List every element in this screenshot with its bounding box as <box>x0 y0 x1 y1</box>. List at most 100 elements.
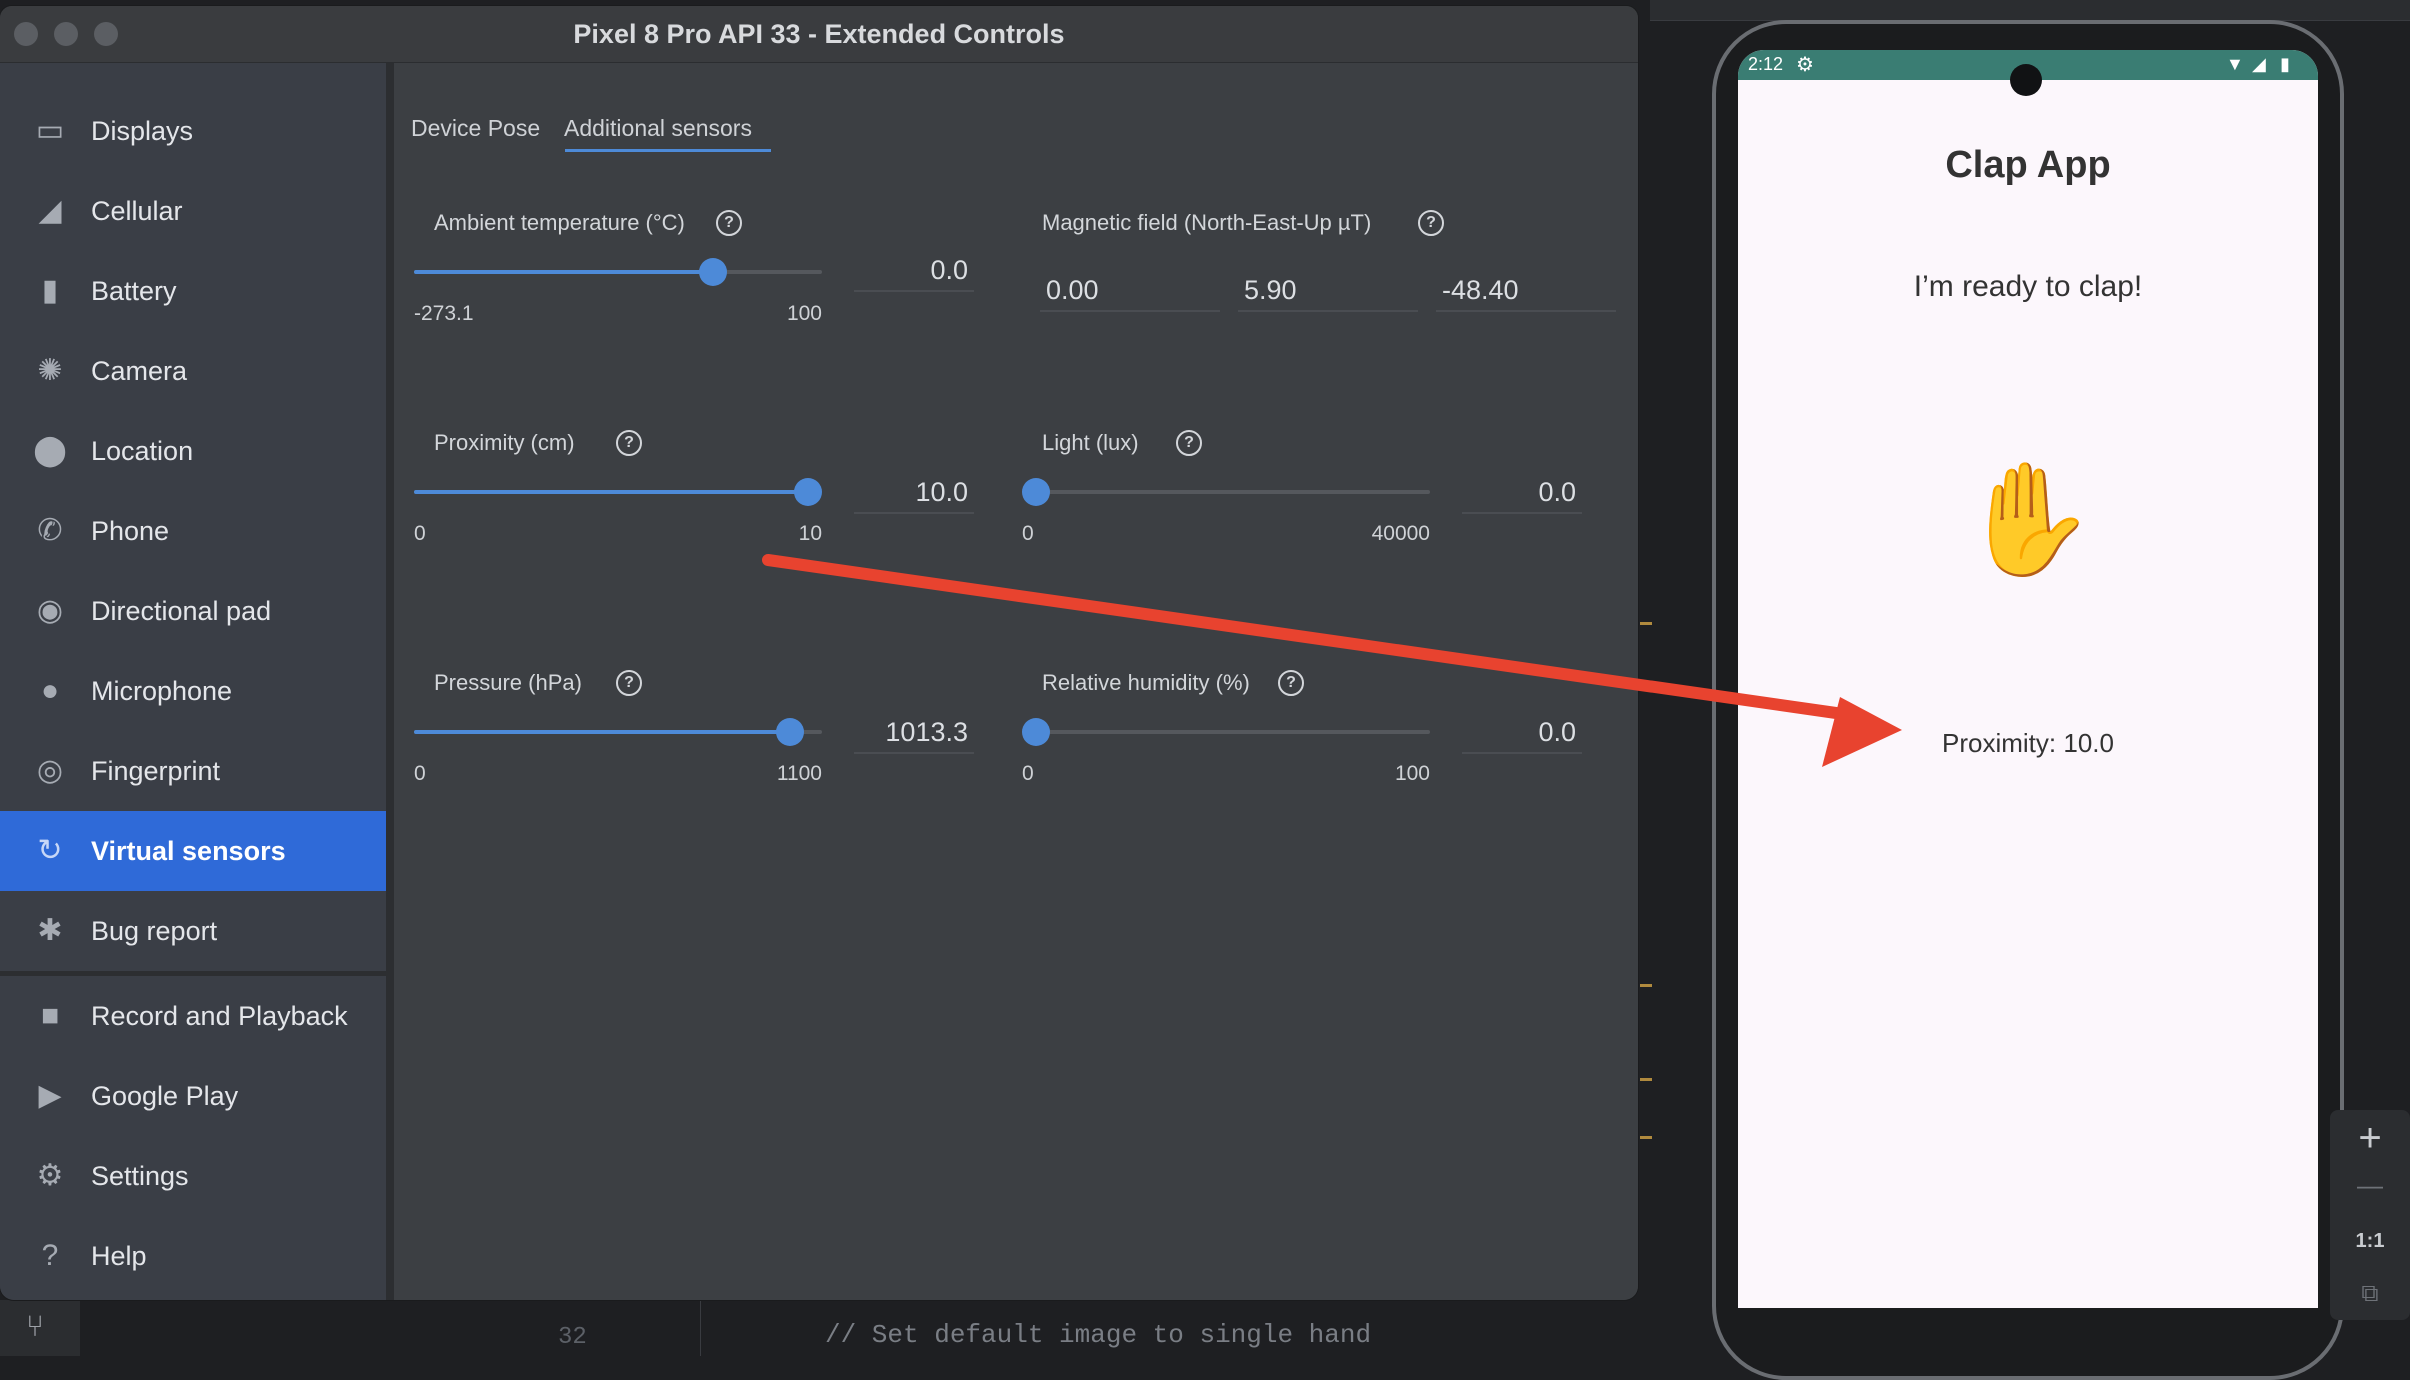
sidebar-item-label: Microphone <box>91 676 233 706</box>
light-value-field[interactable]: 0.0 <box>1462 470 1582 514</box>
aperture-icon: ✺ <box>37 354 63 387</box>
app-title: Clap App <box>1945 144 2111 186</box>
help-icon[interactable]: ? <box>1278 670 1304 696</box>
rotate-sensor-icon: ↻ <box>37 834 63 867</box>
sidebar-item-google-play[interactable]: ▶ Google Play <box>0 1056 386 1136</box>
slider-thumb[interactable] <box>794 478 822 506</box>
location-pin-icon: ⬤ <box>33 434 67 467</box>
status-message: I’m ready to clap! <box>1913 270 2143 303</box>
sidebar-item-settings[interactable]: ⚙ Settings <box>0 1136 386 1216</box>
editor-change-marker <box>1640 1078 1652 1081</box>
slider-fill <box>414 490 808 494</box>
light-label: Light (lux) <box>1042 430 1139 455</box>
magnetic-field-x-field[interactable]: 0.00 <box>1040 268 1220 312</box>
slider-thumb[interactable] <box>1022 718 1050 746</box>
slider-max-label: 100 <box>1394 762 1430 785</box>
microphone-icon: ● <box>40 674 60 707</box>
pressure-label: Pressure (hPa) <box>434 670 582 695</box>
proximity-label: Proximity (cm) <box>434 430 575 455</box>
dpad-icon: ◉ <box>36 594 64 627</box>
slider-min-label: 0 <box>414 522 426 545</box>
magnetic-field-y-field[interactable]: 5.90 <box>1238 268 1418 312</box>
zoom-in-button[interactable]: + <box>2330 1116 2410 1161</box>
zoom-out-button[interactable]: — <box>2330 1170 2410 1201</box>
hand-image: ✋ <box>1959 458 2097 581</box>
editor-change-marker <box>1640 984 1652 987</box>
phone-icon: ✆ <box>37 514 63 547</box>
slider-fill <box>414 270 713 274</box>
sidebar-item-location[interactable]: ⬤ Location <box>0 411 386 491</box>
sidebar-item-label: Location <box>91 436 194 466</box>
sidebar-item-label: Record and Playback <box>91 1001 348 1031</box>
slider-max-label: 10 <box>798 522 822 545</box>
help-icon[interactable]: ? <box>1418 210 1444 236</box>
extended-controls-window: Pixel 8 Pro API 33 - Extended Controls ▭… <box>0 6 1638 1300</box>
ambient-temperature-label: Ambient temperature (°C) <box>434 210 685 235</box>
slider-min-label: 0 <box>1022 522 1034 545</box>
fit-screen-icon[interactable]: ⧉ <box>2330 1280 2410 1308</box>
git-branch-icon[interactable]: ⑂ <box>18 1310 52 1344</box>
magnetic-field-z-field[interactable]: -48.40 <box>1436 268 1616 312</box>
sidebar-item-label: Bug report <box>91 916 218 946</box>
sidebar-item-record-and-playback[interactable]: ■ Record and Playback <box>0 976 386 1056</box>
editor-gutter: 32 <box>520 1300 701 1356</box>
sidebar-item-virtual-sensors[interactable]: ↻ Virtual sensors <box>0 811 386 891</box>
sidebar-item-directional-pad[interactable]: ◉ Directional pad <box>0 571 386 651</box>
battery-icon: ▮ <box>41 274 59 307</box>
signal-icon: ◢ <box>2252 54 2266 74</box>
sidebar-item-microphone[interactable]: ● Microphone <box>0 651 386 731</box>
gear-icon: ⚙ <box>36 1159 64 1192</box>
fingerprint-icon: ◎ <box>36 754 64 787</box>
tab-device-pose[interactable]: Device Pose <box>411 115 540 155</box>
play-store-icon: ▶ <box>38 1079 62 1112</box>
phone-screen[interactable]: 2:12 ⚙ ▼ ◢ ▮ Clap App I’m ready to clap!… <box>1738 50 2318 1308</box>
slider-thumb[interactable] <box>1022 478 1050 506</box>
sidebar-splitter[interactable] <box>386 63 394 1300</box>
relative-humidity-label: Relative humidity (%) <box>1042 670 1250 695</box>
proximity-readout: Proximity: 10.0 <box>1942 728 2114 758</box>
relative-humidity-value-field[interactable]: 0.0 <box>1462 710 1582 754</box>
slider-thumb[interactable] <box>776 718 804 746</box>
slider-min-label: 0 <box>414 762 426 785</box>
sidebar-item-label: Virtual sensors <box>91 836 286 866</box>
help-icon[interactable]: ? <box>716 210 742 236</box>
sidebar-item-phone[interactable]: ✆ Phone <box>0 491 386 571</box>
code-line[interactable]: // Set default image to single hand <box>825 1320 1371 1350</box>
help-icon[interactable]: ? <box>1176 430 1202 456</box>
active-tab-indicator <box>565 149 771 152</box>
slider-track <box>1036 490 1430 494</box>
ambient-temperature-value-field[interactable]: 0.0 <box>854 248 974 292</box>
slider-thumb[interactable] <box>699 258 727 286</box>
sidebar-item-label: Directional pad <box>91 596 272 626</box>
camera-cutout <box>2010 64 2042 96</box>
sidebar: ▭ Displays ◢ Cellular ▮ Battery ✺ Camera… <box>0 63 386 1300</box>
ide-tool-strip: ⑂ <box>0 1300 80 1356</box>
sidebar-item-camera[interactable]: ✺ Camera <box>0 331 386 411</box>
sidebar-item-label: Fingerprint <box>91 756 221 786</box>
sidebar-item-displays[interactable]: ▭ Displays <box>0 91 386 171</box>
bug-icon: ✱ <box>37 914 63 947</box>
slider-fill <box>414 730 790 734</box>
slider-max-label: 1100 <box>776 762 822 785</box>
sidebar-item-fingerprint[interactable]: ◎ Fingerprint <box>0 731 386 811</box>
pressure-value-field[interactable]: 1013.3 <box>854 710 974 754</box>
slider-max-label: 100 <box>786 302 822 325</box>
line-number: 32 <box>558 1324 587 1351</box>
editor-change-marker <box>1640 622 1652 625</box>
video-camera-icon: ■ <box>40 999 60 1032</box>
sidebar-item-cellular[interactable]: ◢ Cellular <box>0 171 386 251</box>
sidebar-item-bug-report[interactable]: ✱ Bug report <box>0 891 386 971</box>
sidebar-item-help[interactable]: ? Help <box>0 1216 386 1296</box>
proximity-value-field[interactable]: 10.0 <box>854 470 974 514</box>
help-icon: ? <box>41 1239 59 1272</box>
sidebar-item-label: Google Play <box>91 1081 239 1111</box>
battery-status-icon: ▮ <box>2280 54 2290 74</box>
actual-size-button[interactable]: 1:1 <box>2330 1230 2410 1253</box>
sidebar-item-battery[interactable]: ▮ Battery <box>0 251 386 331</box>
slider-min-label: -273.1 <box>414 302 474 325</box>
slider-min-label: 0 <box>1022 762 1034 785</box>
help-icon[interactable]: ? <box>616 670 642 696</box>
help-icon[interactable]: ? <box>616 430 642 456</box>
sidebar-item-label: Cellular <box>91 196 183 226</box>
slider-track <box>1036 730 1430 734</box>
